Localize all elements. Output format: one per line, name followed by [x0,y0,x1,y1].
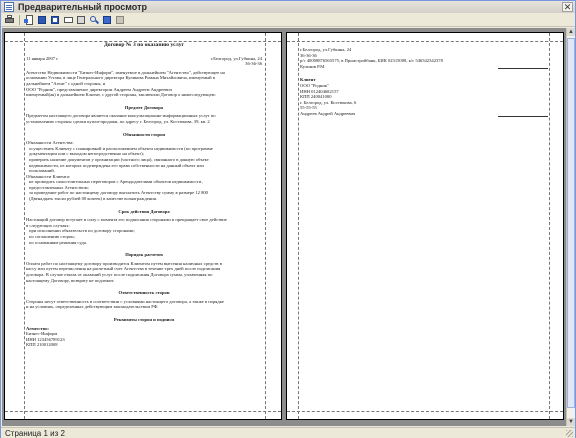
margin-guide-bottom [287,411,563,412]
page-1-content: Договор № 3 по оказанию услуг 11 января … [26,42,262,348]
toolbar [1,13,575,27]
client-signatory: Андреев Андрей Андреевич [300,110,356,116]
section-text: (Двенадцать тысяч рублей 00 копеек) в ка… [29,196,157,202]
close-preview-icon[interactable] [115,15,126,25]
print-icon[interactable] [4,14,15,25]
margin-guide-right [265,33,266,419]
margin-guide-left [24,33,25,419]
margin-guide-left [298,33,299,419]
signature-line [498,113,548,117]
zoom-icon[interactable] [89,15,100,25]
margin-guide-right [549,33,550,419]
agency-signatory: Куликов Р.М. [300,63,326,69]
page-setup-icon[interactable] [24,14,35,25]
section-heading: Реквизиты сторон и подписи [113,316,175,322]
page-indicator: Страница 1 из 2 [5,429,65,438]
vertical-scrollbar[interactable]: ▲ ▼ [566,28,575,426]
section-text: и на условиях, определенных действующим … [26,304,159,310]
agency-kpp: КПП 210012008 [26,342,58,348]
contract-date: 11 января 2007 г. [26,55,59,61]
toolbar-separator [19,14,20,25]
next-page-icon[interactable] [63,15,74,25]
preview-area[interactable]: Договор № 3 по оказанию услуг 11 января … [2,28,566,426]
section-heading: Предмет Договора [124,104,164,110]
margin-guide-bottom [5,411,281,412]
one-page-icon[interactable] [102,15,113,25]
first-page-icon[interactable] [37,15,48,25]
margin-guide-top [287,41,563,42]
prev-page-icon[interactable] [50,15,61,25]
intro-line: именуемый(ая) в дальнейшем Клиент, с дру… [26,92,216,98]
section-text: установлению стороны сделки купли-продаж… [26,118,210,124]
section-text: настоящему Договору, возврату не подлежи… [26,277,115,283]
page-1: Договор № 3 по оказанию услуг 11 января … [4,32,282,420]
title-bar[interactable]: Предварительный просмотр ✕ [1,1,575,13]
status-bar: Страница 1 из 2 [1,427,575,438]
window-title: Предварительный просмотр [18,2,147,12]
last-page-icon[interactable] [76,15,87,25]
scroll-thumb[interactable] [567,38,575,408]
scroll-down-arrow-icon[interactable]: ▼ [567,418,575,426]
section-heading: Обязанности сторон [122,131,166,137]
close-button[interactable]: ✕ [562,2,573,12]
contract-title: Договор № 3 по оказанию услуг [103,42,185,48]
section-heading: Порядок расчетов [125,252,163,258]
signature-line [498,65,548,70]
resize-grip-icon[interactable] [566,430,573,437]
preview-window: Предварительный просмотр ✕ Договор № 3 п… [0,0,576,438]
scroll-up-arrow-icon[interactable]: ▲ [567,28,575,36]
section-heading: Ответственность сторон [118,290,170,296]
window-document-icon [4,2,14,12]
section-text: по основаниям решения суда. [29,239,87,245]
contract-phone: 36-36-36 [245,61,262,67]
page-2-content: г.Белгород, ул.Губкина, 24 36-36-36 р/с … [300,47,548,117]
page-2: г.Белгород, ул.Губкина, 24 36-36-36 р/с … [286,32,564,420]
section-heading: Срок действия Договора [118,208,170,214]
